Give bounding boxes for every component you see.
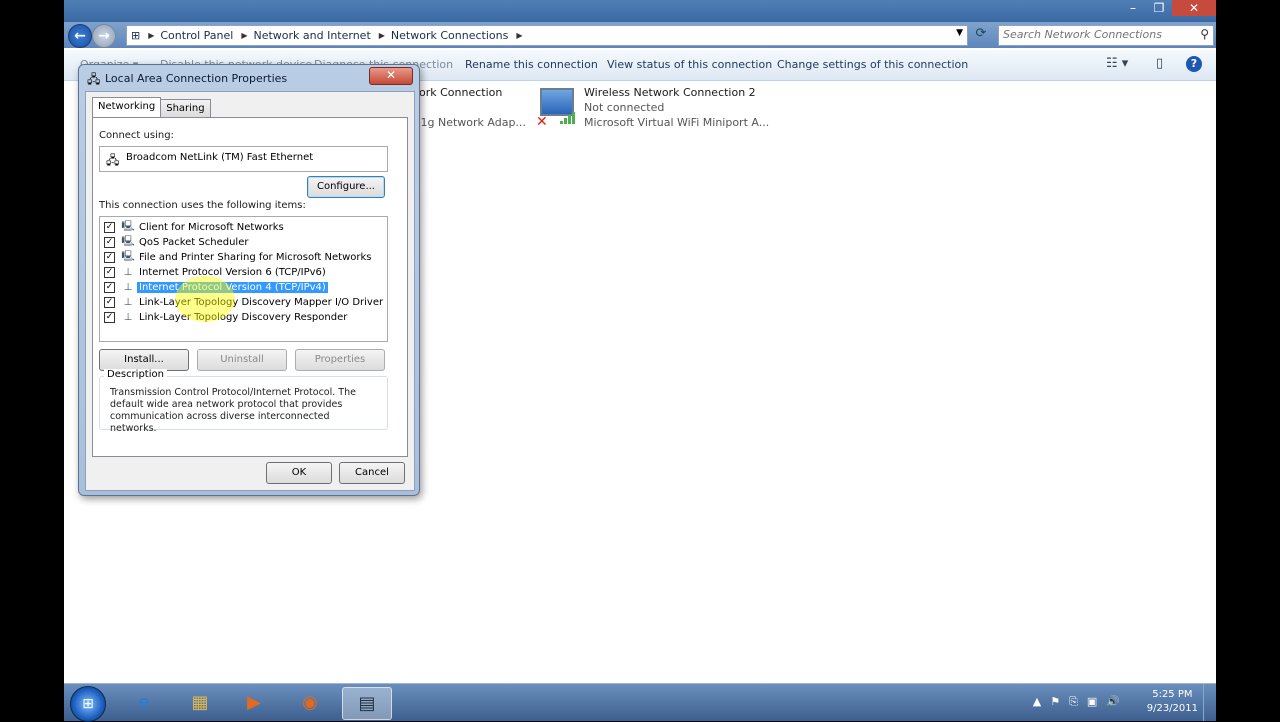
address-row: ← → ⊞ ▶ Control Panel ▶ Network and Inte… bbox=[64, 22, 1216, 48]
show-desktop-button[interactable] bbox=[1203, 684, 1216, 721]
clock-time: 5:25 PM bbox=[1152, 689, 1193, 700]
item-checkbox[interactable]: ✓ bbox=[104, 237, 115, 248]
configure-button[interactable]: Configure... bbox=[307, 176, 385, 198]
start-button[interactable]: ⊞ bbox=[70, 686, 106, 722]
control-panel-icon: ⊞ bbox=[131, 29, 141, 42]
description-group: Description Transmission Control Protoco… bbox=[99, 369, 388, 434]
connect-using-label: Connect using: bbox=[99, 130, 174, 141]
connection-device: Microsoft Virtual WiFi Miniport A... bbox=[584, 116, 770, 129]
dialog-close-button[interactable]: ✕ bbox=[369, 67, 413, 85]
search-box[interactable]: ⚲ bbox=[998, 25, 1214, 46]
connection-name: Wireless Network Connection 2 bbox=[584, 86, 756, 99]
breadcrumb-network-and-internet[interactable]: Network and Internet bbox=[249, 29, 376, 42]
ok-button[interactable]: OK bbox=[266, 462, 332, 484]
help-icon[interactable]: ? bbox=[1186, 56, 1202, 72]
dialog-client: Networking Sharing Connect using: 🖧 Broa… bbox=[85, 91, 415, 491]
networking-panel: Connect using: 🖧 Broadcom NetLink (TM) F… bbox=[92, 117, 408, 457]
uninstall-button[interactable]: Uninstall bbox=[197, 349, 287, 371]
preview-pane-icon[interactable]: ▯ bbox=[1156, 56, 1163, 71]
volume-icon[interactable]: 🔊 bbox=[1106, 695, 1120, 709]
list-item[interactable]: ✓ 🖳 File and Printer Sharing for Microsof… bbox=[104, 250, 374, 265]
list-item[interactable]: ✓ 🖳 QoS Packet Scheduler bbox=[104, 235, 250, 250]
properties-dialog: 🖧 Local Area Connection Properties ✕ Net… bbox=[78, 64, 420, 496]
minimize-button[interactable]: – bbox=[1120, 0, 1146, 16]
view-status-button[interactable]: View status of this connection bbox=[607, 58, 772, 71]
item-label: File and Printer Sharing for Microsoft N… bbox=[139, 252, 372, 263]
network-tray-icon[interactable]: ▣ bbox=[1087, 695, 1097, 709]
breadcrumb-separator[interactable]: ▶ bbox=[514, 31, 524, 40]
connection-status: Not connected bbox=[584, 101, 665, 114]
breadcrumb-separator[interactable]: ▶ bbox=[377, 31, 387, 40]
rename-connection-button[interactable]: Rename this connection bbox=[465, 58, 598, 71]
item-checkbox[interactable]: ✓ bbox=[104, 297, 115, 308]
item-label: Internet Protocol Version 6 (TCP/IPv6) bbox=[139, 267, 326, 278]
show-hidden-icons-icon[interactable]: ▲ bbox=[1033, 695, 1041, 709]
disconnected-x-icon: ✕ bbox=[536, 114, 548, 130]
item-checkbox[interactable]: ✓ bbox=[104, 222, 115, 233]
tab-sharing[interactable]: Sharing bbox=[160, 99, 211, 117]
back-icon[interactable]: ← bbox=[68, 24, 92, 48]
taskbar: ⊞ e ▦ ▶ ◉ ▤ ▲ ⚑ ⎘ ▣ 🔊 5:25 PM 9/23/2011 bbox=[64, 683, 1216, 722]
breadcrumb-control-panel[interactable]: Control Panel bbox=[156, 29, 239, 42]
item-label: Link-Layer Topology Discovery Responder bbox=[139, 312, 348, 323]
network-adapter-icon: 🖧 bbox=[87, 72, 101, 86]
description-text: Transmission Control Protocol/Internet P… bbox=[110, 387, 356, 434]
item-checkbox[interactable]: ✓ bbox=[104, 267, 115, 278]
item-label: Client for Microsoft Networks bbox=[139, 222, 284, 233]
control-panel-taskbar-icon[interactable]: ▤ bbox=[342, 687, 392, 720]
network-adapter-icon: 🖧 bbox=[106, 153, 120, 167]
protocol-icon: ⊥ bbox=[123, 267, 133, 278]
protocol-icon: ⊥ bbox=[123, 312, 133, 323]
items-label: This connection uses the following items… bbox=[99, 200, 306, 211]
item-label: QoS Packet Scheduler bbox=[139, 237, 249, 248]
address-bar[interactable]: ⊞ ▶ Control Panel ▶ Network and Internet… bbox=[126, 25, 968, 46]
maximize-button[interactable]: ❐ bbox=[1146, 0, 1172, 16]
connection-device: .11g Network Adap... bbox=[410, 116, 526, 129]
items-list: ✓ 🖳 Client for Microsoft Networks ✓ 🖳 QoS … bbox=[99, 216, 388, 342]
clock[interactable]: 5:25 PM 9/23/2011 bbox=[1147, 688, 1198, 716]
signal-bars-icon bbox=[560, 110, 578, 124]
forward-icon[interactable]: → bbox=[92, 24, 116, 48]
list-item[interactable]: ✓ ⊥ Link-Layer Topology Discovery Mapper … bbox=[104, 295, 385, 310]
window-titlebar: – ❐ ✕ bbox=[64, 0, 1216, 22]
breadcrumb-network-connections[interactable]: Network Connections bbox=[387, 29, 514, 42]
cursor-highlight bbox=[175, 276, 235, 322]
firefox-icon[interactable]: ◉ bbox=[286, 687, 334, 718]
item-checkbox[interactable]: ✓ bbox=[104, 312, 115, 323]
dialog-tabs: Networking Sharing bbox=[92, 97, 211, 117]
adapter-field: 🖧 Broadcom NetLink (TM) Fast Ethernet bbox=[99, 146, 388, 172]
service-icon: 🖳 bbox=[121, 251, 135, 262]
install-button[interactable]: Install... bbox=[99, 349, 189, 371]
tab-networking[interactable]: Networking bbox=[92, 97, 162, 117]
list-item[interactable]: ✓ 🖳 Client for Microsoft Networks bbox=[104, 220, 286, 235]
removable-device-icon[interactable]: ⎘ bbox=[1069, 695, 1078, 709]
description-label: Description bbox=[104, 369, 167, 380]
refresh-icon[interactable]: ⟳ bbox=[972, 26, 990, 44]
change-settings-button[interactable]: Change settings of this connection bbox=[777, 58, 968, 71]
system-tray: ▲ ⚑ ⎘ ▣ 🔊 bbox=[1033, 695, 1120, 709]
internet-explorer-icon[interactable]: e bbox=[120, 687, 168, 718]
search-icon[interactable]: ⚲ bbox=[1200, 27, 1209, 41]
action-center-flag-icon[interactable]: ⚑ bbox=[1050, 695, 1060, 709]
close-button[interactable]: ✕ bbox=[1172, 0, 1216, 16]
breadcrumb-separator[interactable]: ▶ bbox=[239, 31, 249, 40]
explorer-window: – ❐ ✕ ← → ⊞ ▶ Control Panel ▶ Network an… bbox=[64, 0, 1216, 720]
connection-name: work Connection bbox=[410, 86, 503, 99]
view-options-icon[interactable]: ☷ ▾ bbox=[1106, 56, 1128, 71]
dialog-title: Local Area Connection Properties bbox=[105, 72, 288, 85]
folder-icon[interactable]: ▦ bbox=[176, 687, 224, 718]
properties-button[interactable]: Properties bbox=[295, 349, 385, 371]
protocol-icon: ⊥ bbox=[123, 297, 133, 308]
adapter-name: Broadcom NetLink (TM) Fast Ethernet bbox=[126, 152, 314, 163]
cancel-button[interactable]: Cancel bbox=[339, 462, 405, 484]
item-checkbox[interactable]: ✓ bbox=[104, 282, 115, 293]
item-checkbox[interactable]: ✓ bbox=[104, 252, 115, 263]
protocol-icon: ⊥ bbox=[123, 282, 133, 293]
clock-date: 9/23/2011 bbox=[1146, 703, 1198, 714]
address-dropdown-icon[interactable]: ▼ bbox=[956, 28, 963, 38]
media-player-icon[interactable]: ▶ bbox=[230, 687, 278, 718]
breadcrumb-separator[interactable]: ▶ bbox=[146, 31, 156, 40]
search-input[interactable] bbox=[999, 26, 1188, 43]
